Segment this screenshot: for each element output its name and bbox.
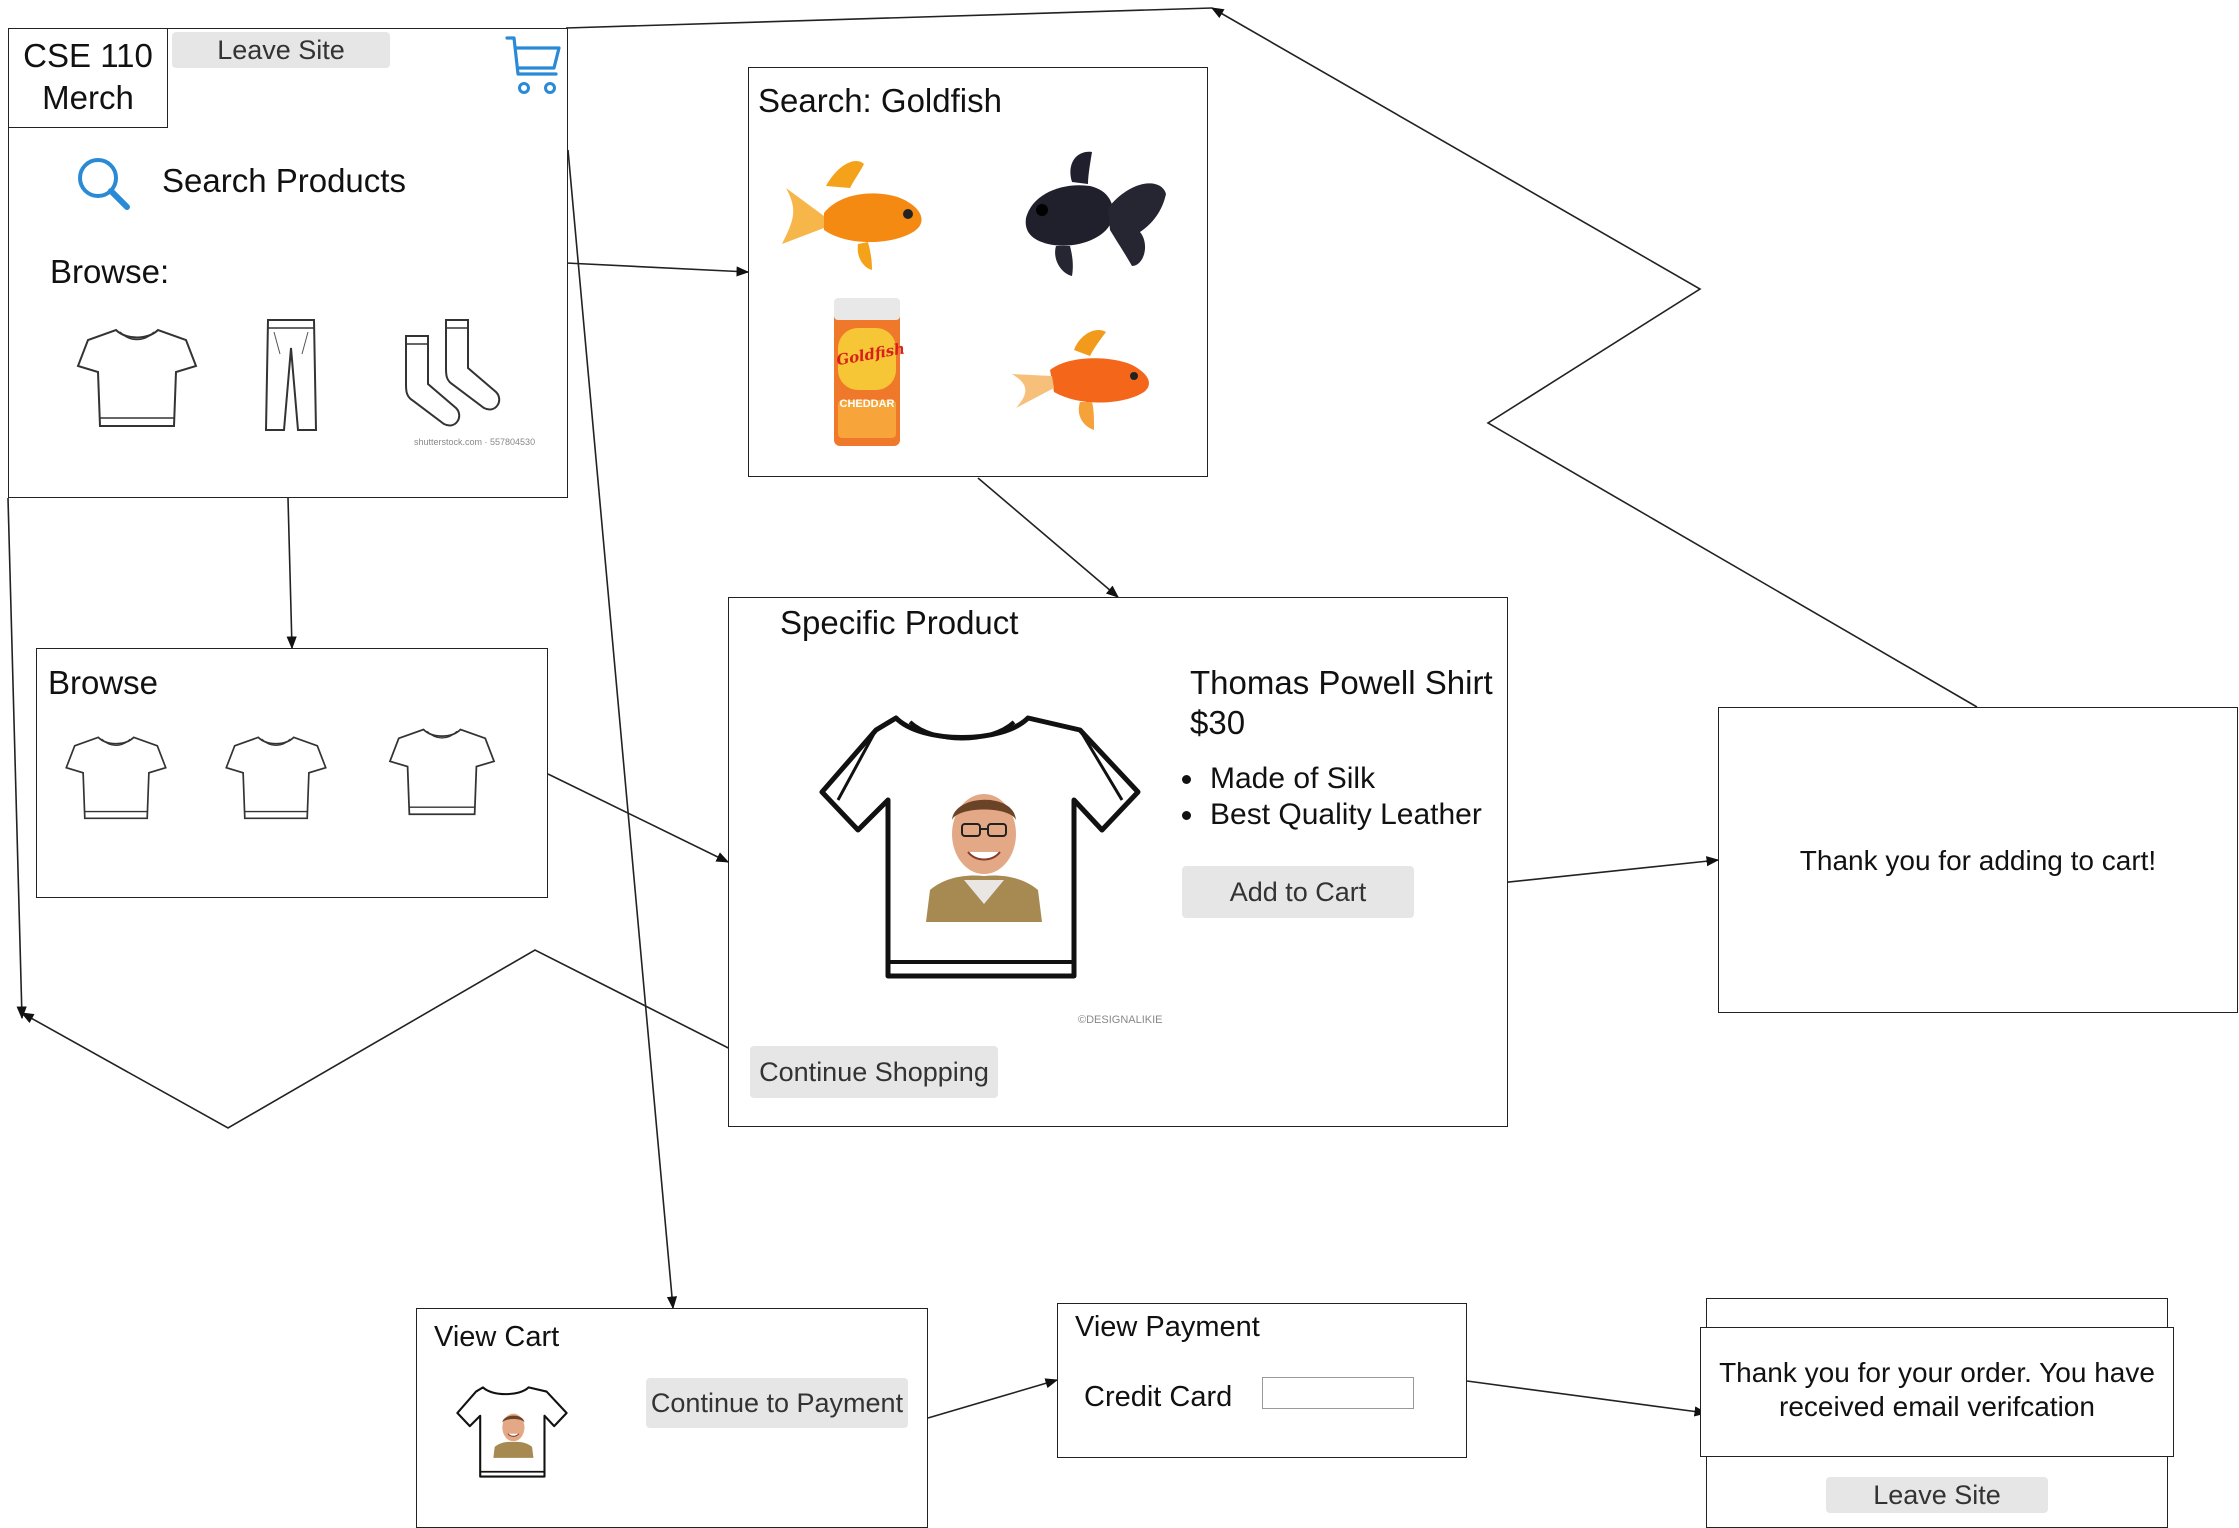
product-shirt-image	[819, 715, 1141, 979]
crackers-flavor-label: CHEDDAR	[839, 398, 895, 410]
socks-credit: shutterstock.com · 557804530	[414, 437, 536, 447]
arrow-home-to-browse	[286, 497, 297, 650]
continue-shopping-button[interactable]: Continue Shopping	[750, 1046, 998, 1098]
credit-card-input[interactable]	[1262, 1377, 1414, 1409]
product-section-title: Specific Product	[780, 604, 1019, 641]
search-products-label[interactable]: Search Products	[162, 162, 406, 200]
product-image-credit: ©DESIGNALIKIE	[1078, 1014, 1163, 1026]
search-results-title: Search: Goldfish	[758, 82, 1002, 119]
browse-heading: Browse:	[50, 253, 170, 290]
order-message-line-2: received email verifcation	[1779, 1391, 2095, 1422]
browse-tshirt-1-icon[interactable]	[64, 734, 168, 820]
arrow-home-to-topbar	[565, 7, 1213, 29]
logo-line-2: Merch	[42, 79, 134, 116]
product-price: $30	[1190, 704, 1246, 741]
product-name: Thomas Powell Shirt	[1190, 664, 1493, 701]
cart-shirt-thumbnail[interactable]	[456, 1386, 568, 1478]
goldfish-orange-2-icon[interactable]	[1010, 326, 1158, 432]
arrow-home-to-cart	[567, 149, 678, 1310]
tshirt-icon[interactable]	[76, 326, 198, 428]
leave-site-button[interactable]: Leave Site	[172, 32, 390, 68]
continue-to-payment-button[interactable]: Continue to Payment	[646, 1378, 908, 1428]
pants-icon[interactable]	[262, 318, 320, 434]
goldfish-crackers-bag-icon[interactable]	[832, 296, 902, 450]
logo-line-1: CSE 110	[23, 37, 153, 74]
arrow-browse-to-product	[547, 773, 730, 863]
arrow-payment-to-order	[1466, 1380, 1708, 1417]
order-leave-site-button[interactable]: Leave Site	[1826, 1477, 2048, 1513]
arrow-home-to-search	[565, 262, 750, 277]
product-feature-item: Best Quality Leather	[1206, 797, 1482, 833]
view-payment-title: View Payment	[1075, 1311, 1260, 1343]
product-feature-item: Made of Silk	[1206, 761, 1482, 797]
arrow-search-to-product	[977, 477, 1119, 598]
goldfish-orange-icon[interactable]	[780, 158, 940, 273]
search-icon[interactable]	[74, 154, 134, 214]
browse-title: Browse	[48, 664, 159, 701]
product-feature-list: Made of Silk Best Quality Leather	[1180, 761, 1482, 833]
order-message-line-1: Thank you for your order. You have	[1719, 1357, 2155, 1388]
view-cart-title: View Cart	[434, 1321, 560, 1353]
socks-icon[interactable]	[398, 316, 508, 430]
cart-icon[interactable]	[504, 34, 562, 100]
goldfish-black-icon[interactable]	[1012, 148, 1172, 280]
add-to-cart-button[interactable]: Add to Cart	[1182, 866, 1414, 918]
browse-tshirt-2-icon[interactable]	[224, 734, 328, 820]
face-portrait	[926, 786, 1042, 922]
logo-text: CSE 110 Merch	[8, 35, 168, 119]
arrow-home-down-left	[7, 497, 27, 1020]
browse-tshirt-3-icon[interactable]	[388, 726, 496, 816]
credit-card-label: Credit Card	[1084, 1381, 1233, 1413]
arrow-cart-to-payment	[927, 1378, 1059, 1419]
added-to-cart-message: Thank you for adding to cart!	[1799, 845, 2157, 876]
order-confirmation-message: Thank you for your order. You have recei…	[1700, 1356, 2174, 1424]
